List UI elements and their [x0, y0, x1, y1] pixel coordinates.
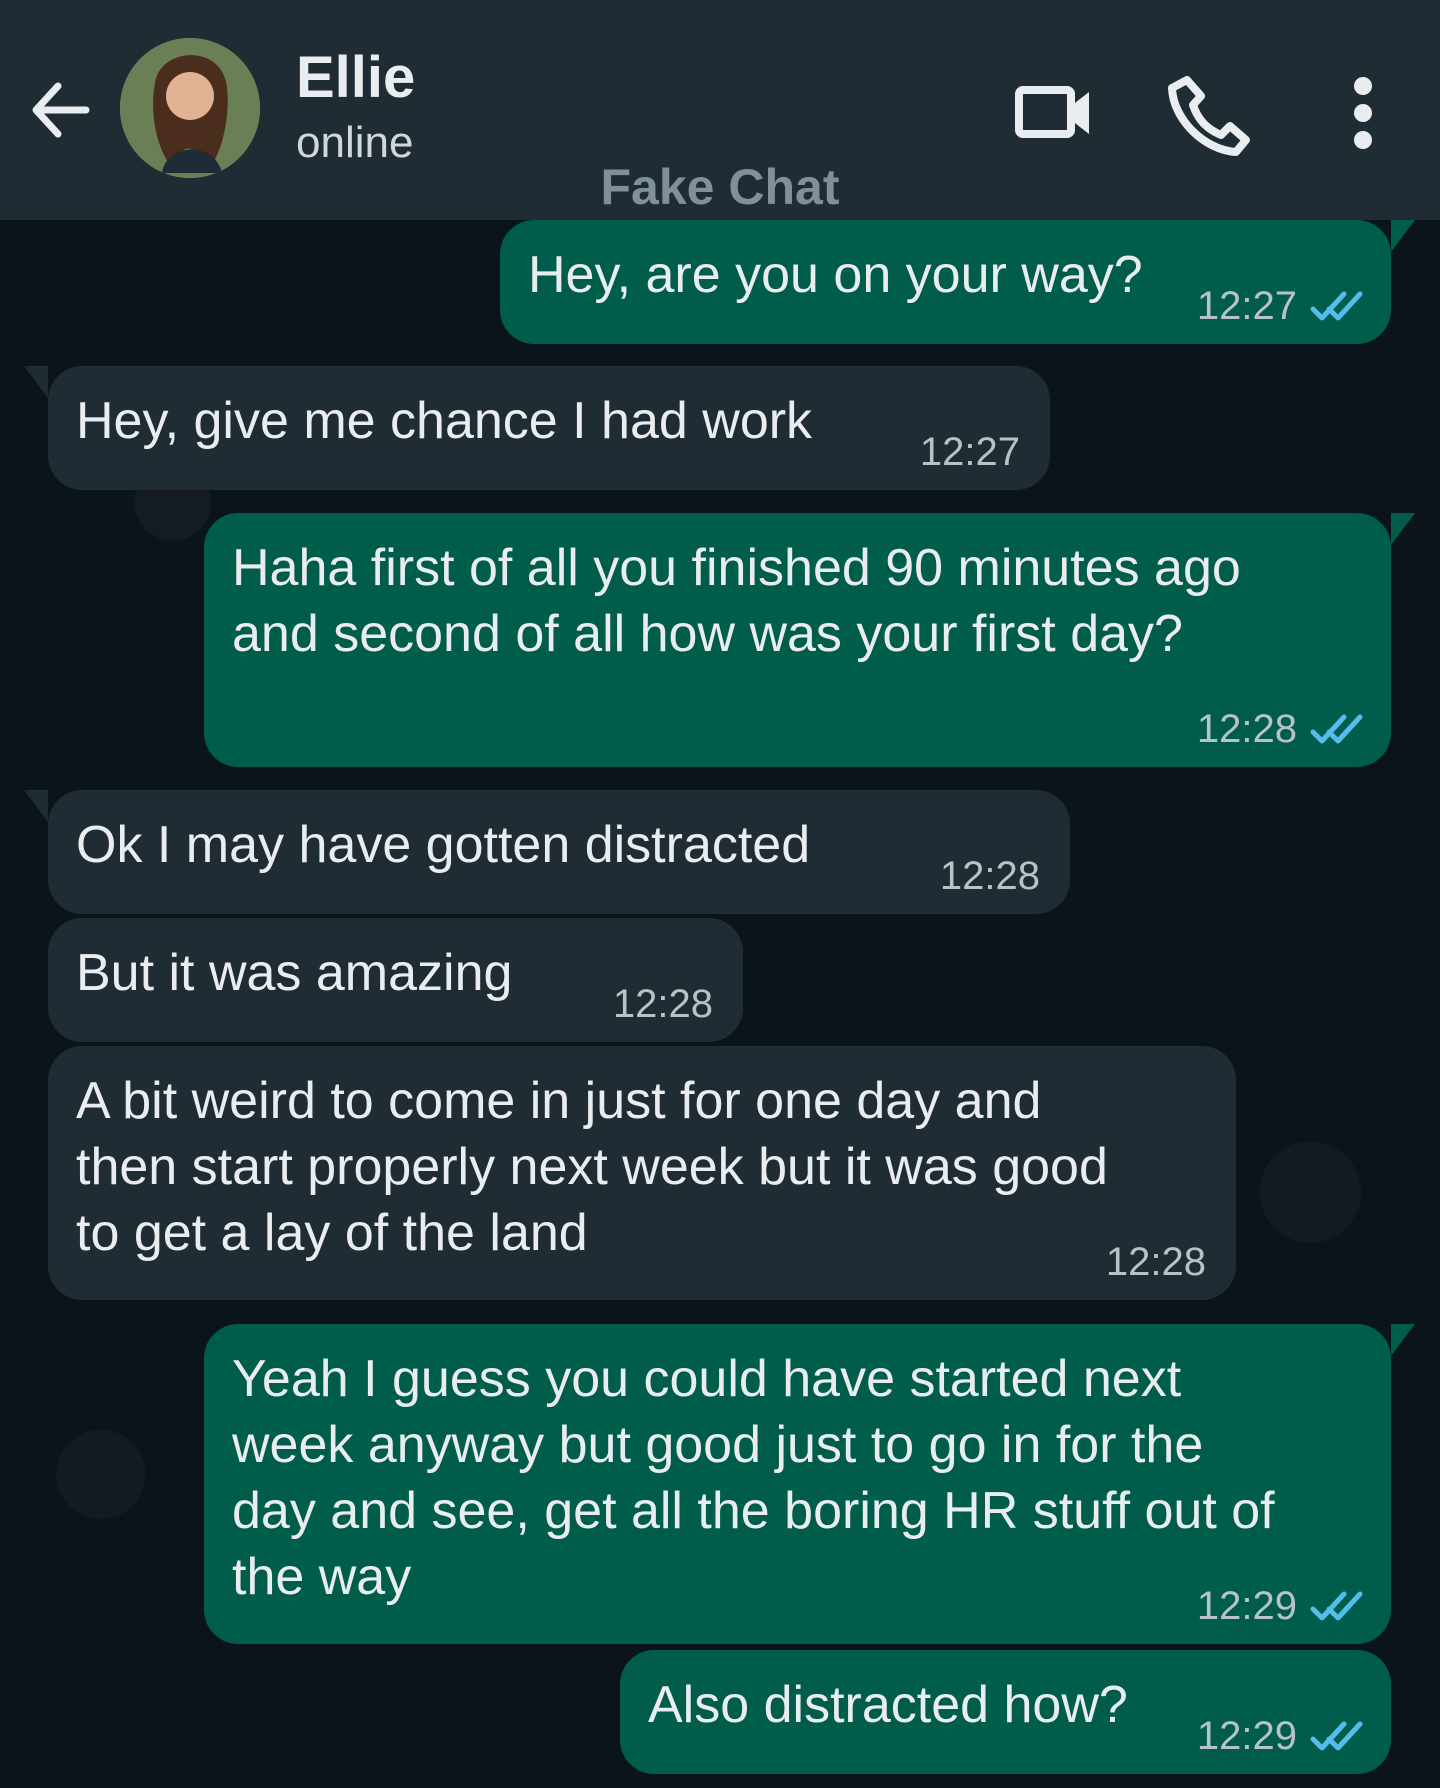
- message-bubble[interactable]: Also distracted how? 12:29: [620, 1650, 1391, 1774]
- message-bubble[interactable]: Haha first of all you finished 90 minute…: [204, 513, 1415, 767]
- message-text: Also distracted how?: [648, 1676, 1128, 1734]
- message-time: 12:27: [919, 430, 1020, 474]
- chat-header: Ellie online Fake Chat: [0, 0, 1440, 220]
- message-text: But it was amazing: [76, 944, 513, 1002]
- video-call-icon[interactable]: [1007, 68, 1097, 158]
- message-meta: 12:28: [940, 856, 1040, 896]
- message-meta: 12:27: [1197, 286, 1363, 326]
- voice-call-icon[interactable]: [1164, 68, 1254, 158]
- message-bubble[interactable]: But it was amazing 12:28: [48, 918, 743, 1042]
- message-text: Hey, give me chance I had work: [76, 392, 813, 450]
- message-bubble[interactable]: A bit weird to come in just for one day …: [48, 1046, 1236, 1300]
- message-meta: 12:29: [1197, 1586, 1363, 1626]
- message-meta: 12:28: [1106, 1242, 1206, 1282]
- message-text: Ok I may have gotten distracted: [76, 816, 811, 874]
- message-time: 12:28: [1105, 1240, 1206, 1284]
- message-time: 12:29: [1196, 1584, 1297, 1628]
- read-ticks-icon: [1310, 1721, 1363, 1751]
- message-text: Haha first of all you finished 90 minute…: [232, 539, 1241, 663]
- message-time: 12:28: [939, 854, 1040, 898]
- message-bubble[interactable]: Hey, give me chance I had work 12:27: [24, 366, 1050, 490]
- message-time: 12:28: [612, 982, 713, 1026]
- message-bubble[interactable]: Hey, are you on your way? 12:27: [500, 220, 1415, 344]
- read-ticks-icon: [1310, 714, 1363, 744]
- message-text: A bit weird to come in just for one day …: [76, 1072, 1108, 1262]
- read-ticks-icon: [1310, 291, 1363, 321]
- back-arrow-icon[interactable]: [28, 78, 92, 142]
- message-meta: 12:27: [920, 432, 1020, 472]
- more-options-icon[interactable]: [1318, 68, 1408, 158]
- message-time: 12:28: [1196, 707, 1297, 751]
- message-meta: 12:28: [1197, 709, 1363, 749]
- read-ticks-icon: [1310, 1591, 1363, 1621]
- watermark-label: Fake Chat: [600, 159, 840, 215]
- message-text: Hey, are you on your way?: [528, 246, 1143, 304]
- message-time: 12:27: [1196, 284, 1297, 328]
- message-time: 12:29: [1196, 1714, 1297, 1758]
- message-text: Yeah I guess you could have started next…: [232, 1350, 1275, 1606]
- avatar[interactable]: [120, 38, 260, 178]
- message-meta: 12:29: [1197, 1716, 1363, 1756]
- message-bubble[interactable]: Ok I may have gotten distracted 12:28: [24, 790, 1070, 914]
- message-meta: 12:28: [613, 984, 713, 1024]
- contact-name[interactable]: Ellie: [296, 44, 415, 111]
- message-bubble[interactable]: Yeah I guess you could have started next…: [204, 1324, 1415, 1644]
